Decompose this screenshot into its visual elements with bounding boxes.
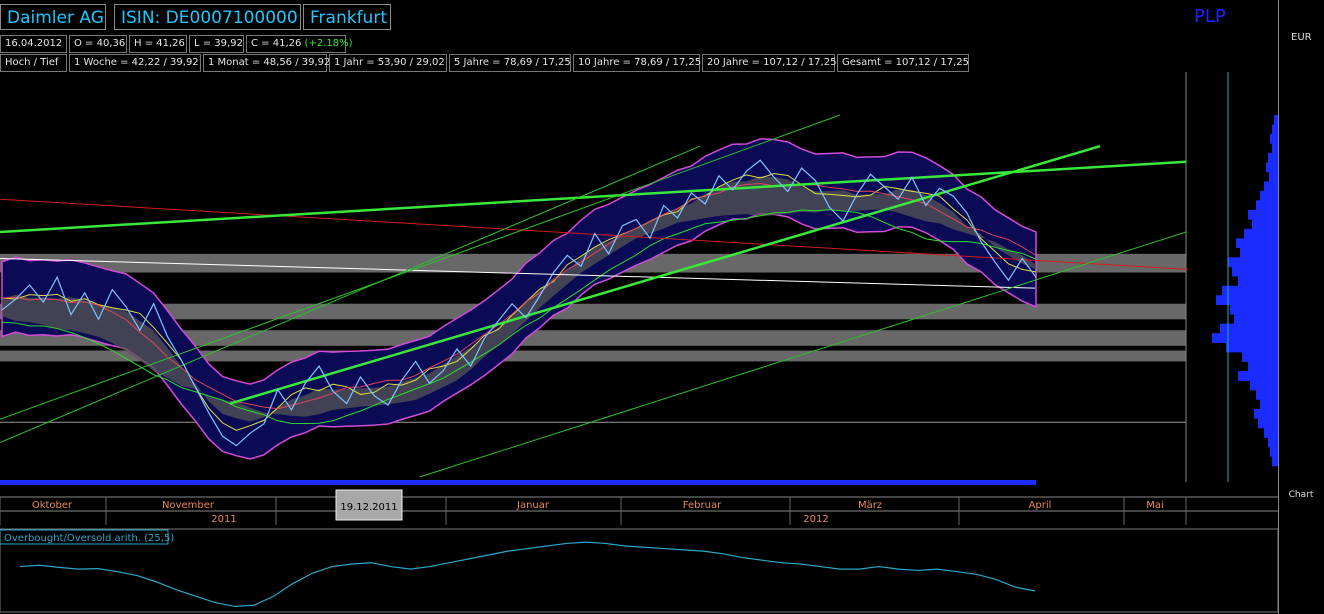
volume-profile-bar: [1269, 171, 1278, 182]
month-label-april: April: [1029, 500, 1052, 511]
security-name: Daimler AG: [0, 4, 106, 30]
volume-profile-bar: [1230, 304, 1278, 315]
month-label-märz: März: [858, 500, 882, 511]
volume-profile-bar: [1216, 295, 1278, 306]
volume-profile-bar: [1272, 124, 1278, 135]
month-label-mai: Mai: [1146, 500, 1164, 511]
quote-high: H = 41,26: [129, 35, 187, 53]
title-bar: Daimler AG ISIN: DE0007100000 Frankfurt …: [0, 0, 1278, 34]
volume-profile-bar: [1220, 323, 1278, 334]
volume-profile-bar: [1270, 446, 1278, 457]
active-date-label: 19.12.2011: [340, 502, 397, 513]
month-label-januar: Januar: [516, 500, 550, 511]
month-label-oktober: Oktober: [32, 500, 73, 511]
volume-profile-bar: [1272, 456, 1278, 467]
price-chart[interactable]: 30,032,535,037,540,042,545,047,541,2627,…: [0, 72, 1278, 488]
volume-strip: [0, 480, 1036, 485]
brand-logo: PLP: [1194, 6, 1226, 27]
oscillator-title: Overbought/Oversold arith. (25,5): [4, 533, 174, 544]
quote-bar: 16.04.2012 O = 40,36 H = 41,26 L = 39,92…: [0, 35, 1278, 53]
month-label-november: November: [162, 500, 215, 511]
oscillator-panel[interactable]: Overbought/Oversold arith. (25,5)5,00,0-…: [0, 527, 1278, 614]
currency-label: EUR: [1291, 32, 1312, 43]
volume-profile-bar: [1268, 152, 1278, 163]
exchange-label[interactable]: Frankfurt: [303, 4, 391, 30]
range-10y: 10 Jahre = 78,69 / 17,25: [573, 54, 701, 72]
volume-profile-bar: [1272, 143, 1278, 154]
volume-profile-bar: [1260, 399, 1278, 410]
volume-profile-bar: [1256, 200, 1278, 211]
volume-profile-bar: [1244, 228, 1278, 239]
volume-profile-bar: [1238, 371, 1278, 381]
quote-open: O = 40,36: [69, 35, 127, 53]
year-label: 2012: [803, 514, 828, 525]
year-label: 2011: [211, 514, 236, 525]
range-5y: 5 Jahre = 78,69 / 17,25: [449, 54, 571, 72]
range-bar: Hoch / Tief 1 Woche = 42,22 / 39,92 1 Mo…: [0, 54, 1278, 72]
volume-profile-bar: [1238, 276, 1278, 287]
volume-profile-bar: [1264, 427, 1278, 438]
right-axis-column: EUR Chart: [1278, 0, 1324, 614]
volume-profile-bar: [1256, 390, 1278, 400]
support-zone-1: [0, 303, 1186, 320]
volume-profile-bar: [1226, 342, 1278, 353]
volume-profile-bar: [1252, 219, 1278, 230]
volume-profile-bar: [1212, 333, 1278, 343]
band-area: [1, 138, 1037, 460]
range-month: 1 Monat = 48,56 / 39,92: [203, 54, 330, 72]
volume-profile-bar: [1266, 162, 1278, 173]
range-20y: 20 Jahre = 107,12 / 17,25: [702, 54, 836, 72]
volume-profile-bar: [1232, 266, 1278, 277]
month-label-februar: Februar: [683, 500, 722, 511]
background-layer: [0, 72, 1278, 485]
oscillator-frame: [0, 528, 1278, 613]
volume-profile-bar: [1268, 437, 1278, 448]
volume-profile-bar: [1264, 181, 1278, 192]
volume-profile-bar: [1274, 115, 1278, 125]
time-axis[interactable]: Oktober November Januar Februar März April Mai…: [0, 486, 1278, 526]
quote-close: C = 41,26 (+2.18%): [246, 35, 353, 53]
volume-profile-bar: [1248, 209, 1278, 220]
isin-label: ISIN: DE0007100000: [114, 4, 301, 30]
quote-date: 16.04.2012: [0, 35, 67, 53]
bollinger-band: [1, 138, 1037, 460]
range-label: Hoch / Tief: [0, 54, 67, 72]
volume-profile-bar: [1250, 380, 1278, 391]
volume-profile-bar: [1222, 285, 1278, 296]
volume-profile-bar: [1240, 247, 1278, 258]
change-value: (+2.18%): [304, 38, 353, 49]
volume-profile-bar: [1228, 257, 1278, 268]
close-value: C = 41,26: [251, 38, 302, 49]
volume-profile-bar: [1236, 238, 1278, 249]
range-total: Gesamt = 107,12 / 17,25: [837, 54, 969, 72]
volume-profile-bar: [1260, 190, 1278, 201]
range-year: 1 Jahr = 53,90 / 29,02: [329, 54, 447, 72]
volume-profile-bar: [1270, 133, 1278, 144]
volume-profile-bar: [1242, 352, 1278, 362]
volume-profile-bar: [1248, 361, 1278, 372]
range-week: 1 Woche = 42,22 / 39,92: [69, 54, 201, 72]
volume-profile-bar: [1258, 418, 1278, 429]
chart-button[interactable]: Chart: [1279, 490, 1323, 500]
volume-profile-bar: [1234, 314, 1278, 324]
volume-profile-bar: [1254, 409, 1278, 419]
quote-low: L = 39,92: [189, 35, 244, 53]
